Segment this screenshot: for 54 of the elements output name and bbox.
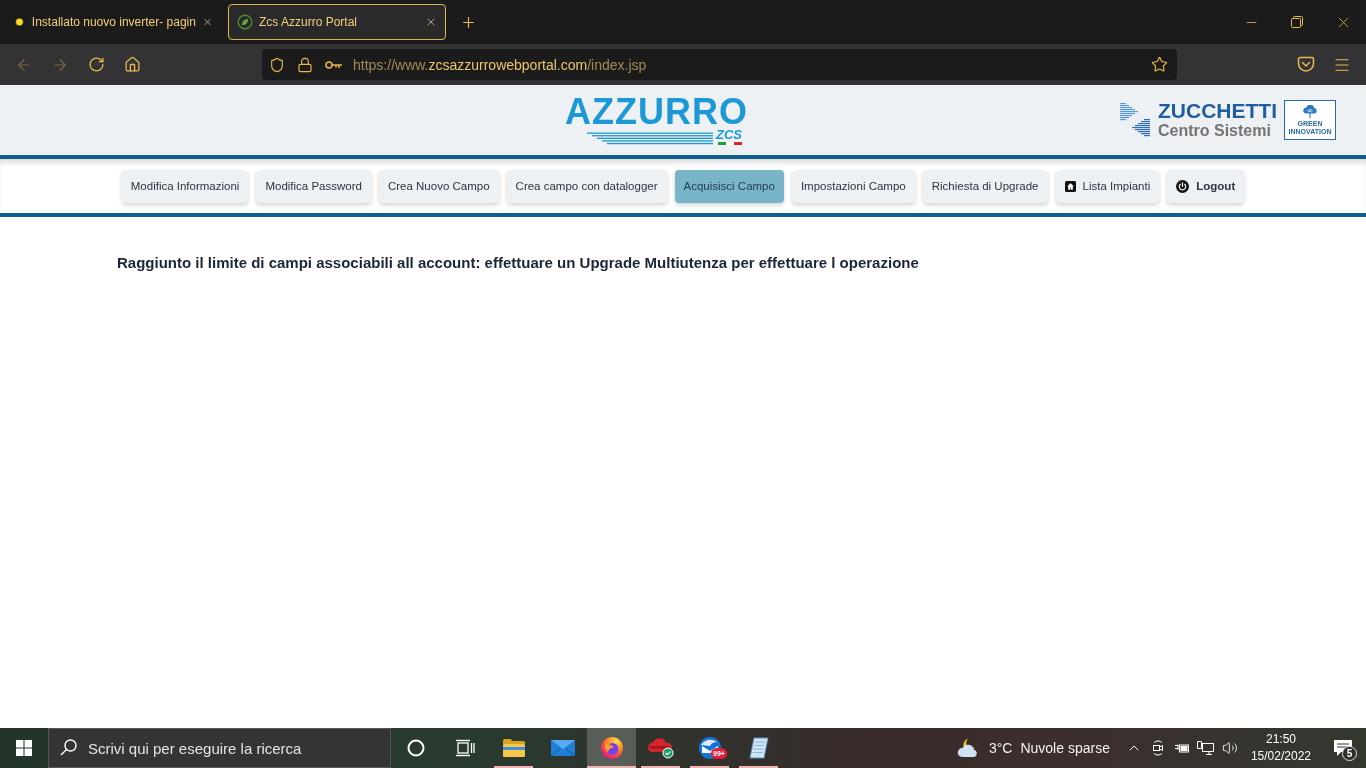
nav-button[interactable]: Modifica Password	[256, 169, 371, 203]
folder-icon	[501, 738, 526, 758]
flag-stripes-icon	[718, 141, 742, 145]
sun-icon	[13, 15, 26, 29]
notepad-icon	[747, 736, 770, 760]
nav-button[interactable]: Acquisisci Campo	[674, 169, 784, 203]
nav-button[interactable]: Richiesta di Upgrade	[922, 169, 1048, 203]
nav-button[interactable]: Crea campo con datalogger	[506, 169, 667, 203]
cloud-wifi-icon	[1301, 104, 1319, 119]
browser-icon	[599, 736, 624, 760]
search-icon	[60, 739, 77, 756]
nav-button[interactable]: Modifica Informazioni	[121, 169, 249, 203]
clock-date: 15/02/2022	[1250, 748, 1311, 765]
search-field[interactable]: Scrivi qui per eseguire la ricerca	[48, 728, 391, 768]
home-icon	[1064, 180, 1076, 192]
lock-icon[interactable]	[297, 56, 313, 73]
reload-icon[interactable]	[87, 56, 105, 73]
browser-tab[interactable]: Zcs Azzurro Portal	[228, 4, 446, 40]
windows-start-icon[interactable]	[16, 740, 32, 756]
network-icon[interactable]	[1197, 740, 1215, 756]
speaker-icon[interactable]	[1221, 740, 1238, 756]
notification-count: 5	[1342, 746, 1357, 761]
camera-icon[interactable]	[1150, 740, 1165, 756]
close-icon[interactable]	[425, 16, 437, 28]
cloud-check-icon	[646, 737, 675, 759]
task-view-icon[interactable]	[454, 739, 475, 757]
power-icon	[1176, 179, 1190, 193]
pocket-icon[interactable]	[1297, 56, 1315, 73]
battery-icon[interactable]	[1173, 742, 1190, 754]
striped-arrows-drawing	[1119, 102, 1151, 138]
envelope-icon	[549, 738, 576, 758]
home-icon[interactable]	[123, 56, 141, 73]
logo-wordmark: AZZURRO	[565, 95, 748, 128]
circle-icon[interactable]	[406, 739, 425, 757]
leaf-ring-icon	[237, 14, 253, 30]
address-bar[interactable]: https://www.zcsazzurrowebportal.com/index.jsp	[262, 49, 1177, 80]
url-text: https://www.zcsazzurrowebportal.com/index.jsp	[353, 56, 648, 73]
nav-button[interactable]: Impostazioni Campo	[791, 169, 915, 203]
shield-icon[interactable]	[269, 56, 285, 73]
company-division: Centro Sistemi	[1158, 122, 1272, 140]
browser-tab[interactable]: Installato nuovo inverter- pagin	[4, 4, 222, 40]
limit-message: Raggiunto il limite di campi associabili all account: effettuare un Upgrade Multiutenza per effettuare l operazione	[117, 254, 919, 271]
restore-icon[interactable]	[1291, 16, 1303, 28]
logo-subtitle: ZCS	[716, 127, 742, 141]
company-name: ZUCCHETTI	[1158, 100, 1277, 122]
weather-text: Nuvole sparse	[1020, 740, 1110, 756]
bookmark-star-icon[interactable]	[1151, 56, 1168, 73]
close-icon[interactable]	[201, 16, 213, 28]
nav-button[interactable]: Lista Impianti	[1055, 169, 1160, 203]
clock-time: 21:50	[1265, 731, 1296, 748]
temperature-text: 3°C	[988, 740, 1013, 756]
nav-button[interactable]: Logout	[1167, 169, 1245, 203]
nav-button[interactable]: Crea Nuovo Campo	[378, 169, 499, 203]
key-icon[interactable]	[325, 58, 343, 71]
